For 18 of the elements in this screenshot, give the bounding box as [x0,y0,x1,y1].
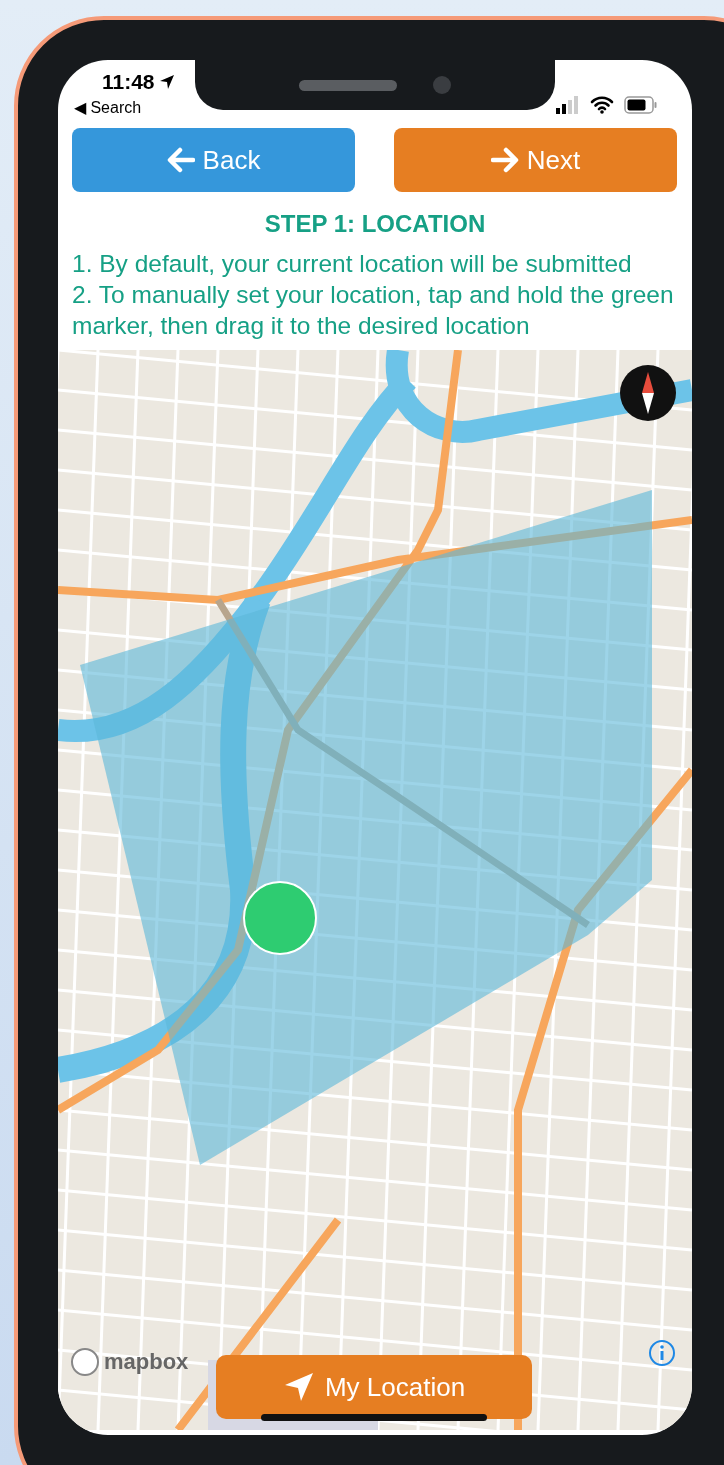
map-marker-icon[interactable] [242,880,318,956]
info-icon[interactable] [648,1339,676,1367]
wifi-icon [590,96,614,114]
attribution-text: mapbox [104,1349,189,1375]
next-button[interactable]: Next [394,128,677,192]
compass-icon[interactable] [619,364,677,422]
step-title: STEP 1: LOCATION [263,210,487,238]
instruction-text: 2. To manually set your location, tap and hold the green marker, then drag it to the desired location [72,280,675,341]
battery-icon [624,96,658,114]
my-location-button[interactable]: My Location [216,1355,532,1419]
signal-icon [556,96,580,114]
back-to-search-link[interactable]: ◀ Search [74,98,175,117]
location-arrow-icon [158,74,175,90]
back-button[interactable]: Back [72,128,355,192]
instruction-text: 1. By default, your current location will be submitted [72,249,633,279]
right-arrow-icon [490,147,519,173]
left-arrow-icon [166,147,195,173]
status-time: 11:48 [74,70,175,94]
